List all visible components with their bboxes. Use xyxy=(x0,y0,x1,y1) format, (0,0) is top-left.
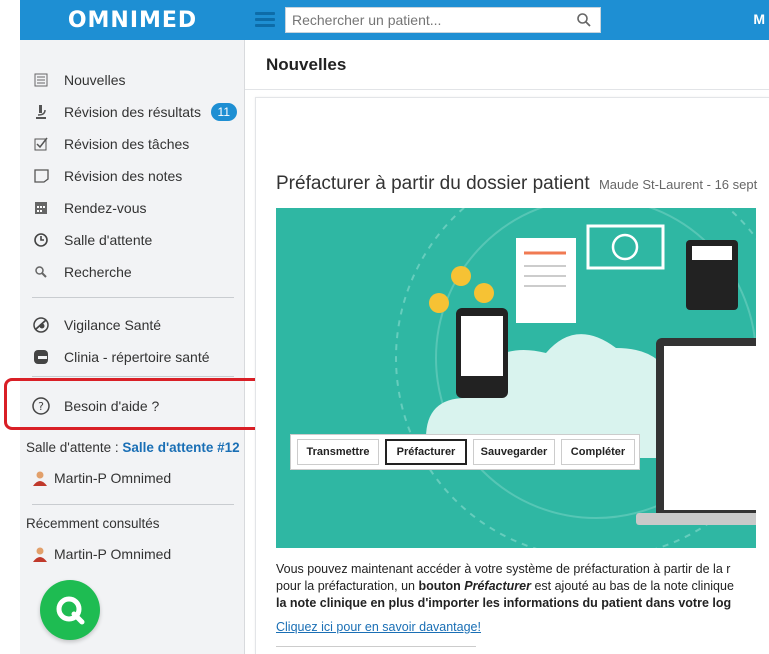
sidebar-item-nouvelles[interactable]: Nouvelles xyxy=(20,64,245,96)
recent-patient[interactable]: Martin-P Omnimed xyxy=(32,546,171,562)
learn-more-link[interactable]: Cliquez ici pour en savoir davantage! xyxy=(276,620,481,634)
article-body: Vous pouvez maintenant accéder à votre s… xyxy=(276,561,769,612)
waiting-room-status: Salle d'attente : Salle d'attente #12 xyxy=(26,440,240,455)
article-divider xyxy=(276,646,476,647)
sidebar-item-label: Révision des résultats xyxy=(64,104,201,120)
sidebar-item-label: Recherche xyxy=(64,264,132,280)
vigilance-icon xyxy=(32,316,50,334)
sidebar-nav: Nouvelles Révision des résultats 11 Révi… xyxy=(20,64,245,288)
search-input[interactable] xyxy=(286,8,566,32)
sidebar-item-label: Rendez-vous xyxy=(64,200,147,216)
sidebar-item-label: Nouvelles xyxy=(64,72,126,88)
top-bar: M xyxy=(245,0,769,40)
results-count-badge: 11 xyxy=(210,103,237,121)
logo-bar: OMNIMED xyxy=(20,0,245,40)
sidebar-item-label: Clinia - répertoire santé xyxy=(64,349,210,365)
patient-name: Martin-P Omnimed xyxy=(54,470,172,486)
chat-q-icon xyxy=(56,596,85,625)
article-heading: Préfacturer à partir du dossier patient xyxy=(276,173,590,194)
article-hero-image: Transmettre Préfacturer Sauvegarder Comp… xyxy=(276,208,756,548)
sidebar-item-taches[interactable]: Révision des tâches xyxy=(20,128,245,160)
hero-sauvegarder-button: Sauvegarder xyxy=(473,439,555,465)
patient-name: Martin-P Omnimed xyxy=(54,546,172,562)
sidebar-item-salle-attente[interactable]: Salle d'attente xyxy=(20,224,245,256)
waiting-room-patient[interactable]: Martin-P Omnimed xyxy=(32,470,171,486)
clinia-icon xyxy=(32,348,50,366)
page-title: Nouvelles xyxy=(266,55,347,74)
magnifier-icon[interactable] xyxy=(576,12,592,28)
microscope-icon xyxy=(32,103,50,121)
sidebar-divider xyxy=(32,504,234,505)
clock-icon xyxy=(32,231,50,249)
sidebar-item-label: Révision des tâches xyxy=(64,136,190,152)
sidebar-item-notes[interactable]: Révision des notes xyxy=(20,160,245,192)
waiting-room-link[interactable]: Salle d'attente #12 xyxy=(122,440,239,455)
sidebar-divider xyxy=(32,297,234,298)
body-line: la note clinique en plus d'importer les … xyxy=(276,596,732,610)
hero-completer-button: Compléter xyxy=(561,439,635,465)
sidebar-item-label: Vigilance Santé xyxy=(64,317,162,333)
note-icon xyxy=(32,167,50,185)
article-meta: Maude St-Laurent - 16 sept xyxy=(598,177,758,192)
chat-button[interactable] xyxy=(40,580,100,640)
sidebar-divider xyxy=(32,376,234,377)
hero-prefacturer-button: Préfacturer xyxy=(385,439,467,465)
help-highlight-box xyxy=(4,378,268,430)
search-icon xyxy=(32,263,50,281)
user-avatar-icon xyxy=(33,547,47,562)
newspaper-icon xyxy=(32,71,50,89)
patient-search[interactable] xyxy=(285,7,601,33)
body-line: pour la préfacturation, un bouton Préfac… xyxy=(276,578,769,595)
sidebar-nav-external: Vigilance Santé Clinia - répertoire sant… xyxy=(20,309,245,373)
calendar-icon xyxy=(32,199,50,217)
sidebar-item-label: Révision des notes xyxy=(64,168,183,184)
article-title[interactable]: Préfacturer à partir du dossier patient … xyxy=(276,173,757,195)
user-avatar-icon xyxy=(33,471,47,486)
sidebar-item-resultats[interactable]: Révision des résultats 11 xyxy=(20,96,245,128)
sidebar-item-vigilance[interactable]: Vigilance Santé xyxy=(20,309,245,341)
waiting-room-label: Salle d'attente : xyxy=(26,440,119,455)
body-text: pour la préfacturation, un xyxy=(276,579,419,593)
hamburger-menu-icon[interactable] xyxy=(255,12,275,28)
omnimed-logo[interactable]: OMNIMED xyxy=(68,8,197,33)
body-text: est ajouté au bas de la note clinique xyxy=(530,579,734,593)
sidebar-item-clinia[interactable]: Clinia - répertoire santé xyxy=(20,341,245,373)
body-bold: bouton xyxy=(418,579,465,593)
hero-transmettre-button: Transmettre xyxy=(297,439,379,465)
recent-label: Récemment consultés xyxy=(26,516,160,531)
user-menu[interactable]: M xyxy=(753,11,765,27)
sidebar-item-rendez-vous[interactable]: Rendez-vous xyxy=(20,192,245,224)
checkbox-icon xyxy=(32,135,50,153)
hero-button-strip: Transmettre Préfacturer Sauvegarder Comp… xyxy=(290,434,640,470)
body-line: Vous pouvez maintenant accéder à votre s… xyxy=(276,562,731,576)
body-bold-italic: Préfacturer xyxy=(464,579,531,593)
sidebar-item-recherche[interactable]: Recherche xyxy=(20,256,245,288)
main-header: Nouvelles xyxy=(245,40,769,90)
sidebar-item-label: Salle d'attente xyxy=(64,232,153,248)
billing-illustration xyxy=(276,208,756,548)
